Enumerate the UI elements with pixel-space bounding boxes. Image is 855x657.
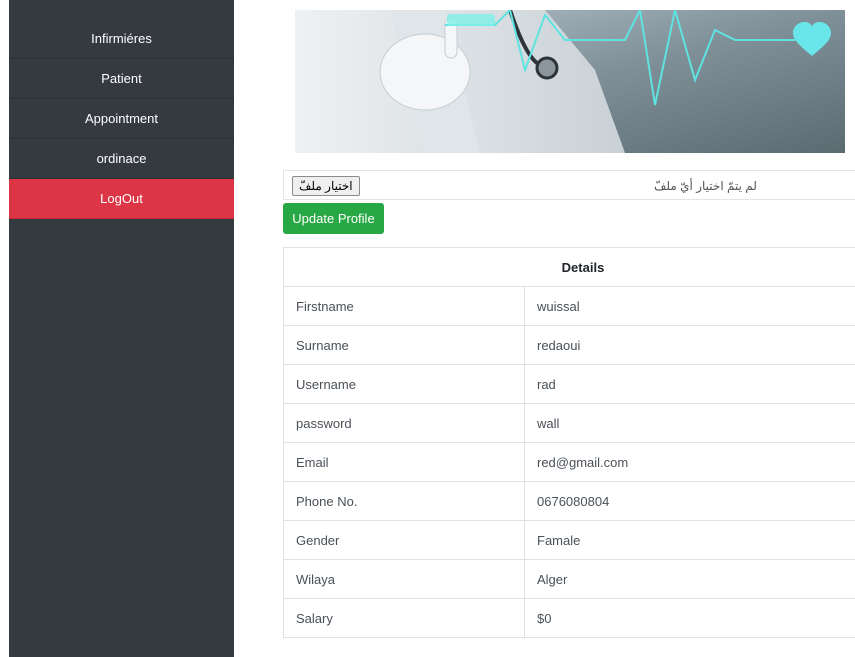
table-row: Surname redaoui: [283, 325, 855, 365]
field-label: Salary: [283, 598, 525, 638]
profile-banner-image: [295, 10, 845, 153]
field-label: Username: [283, 364, 525, 404]
field-label: Email: [283, 442, 525, 482]
no-file-chosen-text: لم يتمّ اختيار أيّ ملفّ: [654, 179, 757, 193]
details-table: Details Firstname wuissal Surname redaou…: [283, 247, 855, 638]
table-row: Firstname wuissal: [283, 286, 855, 326]
sidebar-item-appointment[interactable]: Appointment: [9, 99, 234, 139]
field-value: $0: [524, 598, 855, 638]
profile-image-upload: اختيار ملفّ لم يتمّ اختيار أيّ ملفّ: [283, 170, 855, 200]
details-header: Details: [283, 247, 855, 287]
field-value: rad: [524, 364, 855, 404]
field-label: password: [283, 403, 525, 443]
table-row: Wilaya Alger: [283, 559, 855, 599]
field-label: Surname: [283, 325, 525, 365]
field-value: Famale: [524, 520, 855, 560]
table-row: Username rad: [283, 364, 855, 404]
field-value: Alger: [524, 559, 855, 599]
logout-button[interactable]: LogOut: [9, 179, 234, 219]
table-header-row: Details: [283, 247, 855, 287]
table-row: Email red@gmail.com: [283, 442, 855, 482]
field-value: red@gmail.com: [524, 442, 855, 482]
sidebar-item-patient[interactable]: Patient: [9, 59, 234, 99]
medical-banner-illustration: [295, 10, 845, 153]
field-value: redaoui: [524, 325, 855, 365]
table-row: Gender Famale: [283, 520, 855, 560]
field-label: Gender: [283, 520, 525, 560]
sidebar-item-ordinace[interactable]: ordinace: [9, 139, 234, 179]
sidebar: Infirmiéres Patient Appointment ordinace…: [9, 0, 234, 657]
field-value: 0676080804: [524, 481, 855, 521]
field-label: Firstname: [283, 286, 525, 326]
sidebar-item-infirmieres[interactable]: Infirmiéres: [9, 19, 234, 59]
field-value: wall: [524, 403, 855, 443]
update-profile-button[interactable]: Update Profile: [283, 203, 384, 234]
field-label: Phone No.: [283, 481, 525, 521]
field-label: Wilaya: [283, 559, 525, 599]
choose-file-button[interactable]: اختيار ملفّ: [292, 176, 360, 196]
sidebar-menu: Infirmiéres Patient Appointment ordinace…: [9, 19, 234, 219]
table-row: password wall: [283, 403, 855, 443]
table-row: Salary $0: [283, 598, 855, 638]
table-row: Phone No. 0676080804: [283, 481, 855, 521]
field-value: wuissal: [524, 286, 855, 326]
